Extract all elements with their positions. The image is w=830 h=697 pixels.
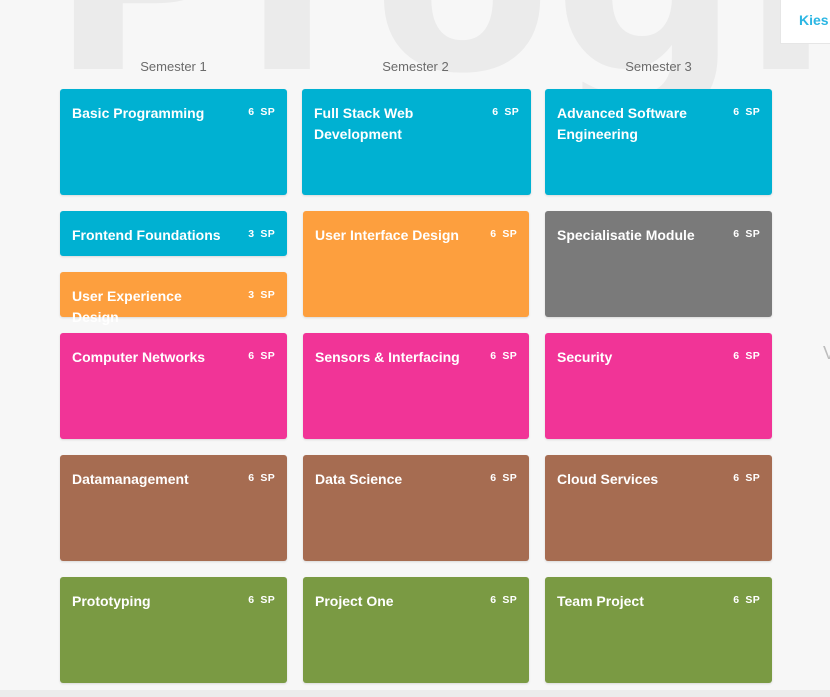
choose-tab[interactable]: Kies — [780, 0, 830, 44]
bottom-strip — [0, 690, 830, 697]
module-title: User Experience Design — [72, 288, 182, 325]
module-card-data-science[interactable]: Data Science 6 SP — [303, 455, 529, 561]
semester-2-header: Semester 2 — [382, 59, 449, 74]
module-credits: 6 SP — [248, 350, 275, 362]
module-title: Project One — [315, 593, 394, 609]
module-card-cloud-services[interactable]: Cloud Services 6 SP — [545, 455, 772, 561]
module-credits: 6 SP — [490, 228, 517, 240]
module-title: Computer Networks — [72, 349, 206, 365]
module-title: Team Project — [557, 593, 644, 609]
curriculum-page: Progra Kies V Semester 1 Semester 2 Seme… — [0, 0, 830, 697]
module-card-advanced-software-engineering[interactable]: Advanced Software Engineering 6 SP — [545, 89, 772, 195]
module-card-user-experience-design[interactable]: User Experience Design 3 SP — [60, 272, 287, 325]
module-card-frontend-foundations[interactable]: Frontend Foundations 3 SP — [60, 211, 287, 256]
module-title: Cloud Services — [557, 471, 659, 487]
module-title: Datamanagement — [72, 471, 189, 487]
module-title: Security — [557, 349, 613, 365]
module-title: Prototyping — [72, 593, 151, 609]
module-card-computer-networks[interactable]: Computer Networks 6 SP — [60, 333, 287, 439]
module-card-security[interactable]: Security 6 SP — [545, 333, 772, 439]
module-credits: 6 SP — [733, 472, 760, 484]
semester-3-header: Semester 3 — [625, 59, 692, 74]
module-credits: 6 SP — [733, 106, 760, 118]
module-title: Specialisatie Module — [557, 227, 695, 243]
module-credits: 6 SP — [490, 350, 517, 362]
module-title: Sensors & Interfacing — [315, 349, 460, 365]
module-title: Advanced Software Engineering — [557, 105, 687, 142]
module-card-user-interface-design[interactable]: User Interface Design 6 SP — [303, 211, 529, 317]
module-card-project-one[interactable]: Project One 6 SP — [303, 577, 529, 683]
module-card-sensors-interfacing[interactable]: Sensors & Interfacing 6 SP — [303, 333, 529, 439]
module-credits: 6 SP — [733, 594, 760, 606]
module-credits: 3 SP — [248, 289, 275, 301]
module-credits: 6 SP — [248, 594, 275, 606]
module-credits: 6 SP — [733, 228, 760, 240]
module-credits: 6 SP — [490, 472, 517, 484]
module-credits: 6 SP — [733, 350, 760, 362]
semester-1-header: Semester 1 — [140, 59, 207, 74]
module-card-specialisatie-module[interactable]: Specialisatie Module 6 SP — [545, 211, 772, 317]
module-credits: 3 SP — [248, 228, 275, 240]
edge-letter: V — [823, 343, 830, 363]
module-title: Data Science — [315, 471, 403, 487]
module-credits: 6 SP — [248, 472, 275, 484]
module-card-team-project[interactable]: Team Project 6 SP — [545, 577, 772, 683]
module-credits: 6 SP — [248, 106, 275, 118]
module-credits: 6 SP — [492, 106, 519, 118]
module-title: User Interface Design — [315, 227, 459, 243]
module-title: Basic Programming — [72, 105, 205, 121]
module-card-basic-programming[interactable]: Basic Programming 6 SP — [60, 89, 287, 195]
module-card-prototyping[interactable]: Prototyping 6 SP — [60, 577, 287, 683]
module-credits: 6 SP — [490, 594, 517, 606]
module-title: Frontend Foundations — [72, 227, 221, 243]
module-card-datamanagement[interactable]: Datamanagement 6 SP — [60, 455, 287, 561]
module-title: Full Stack Web Development — [314, 105, 414, 142]
module-card-full-stack-web-development[interactable]: Full Stack Web Development 6 SP — [302, 89, 531, 195]
